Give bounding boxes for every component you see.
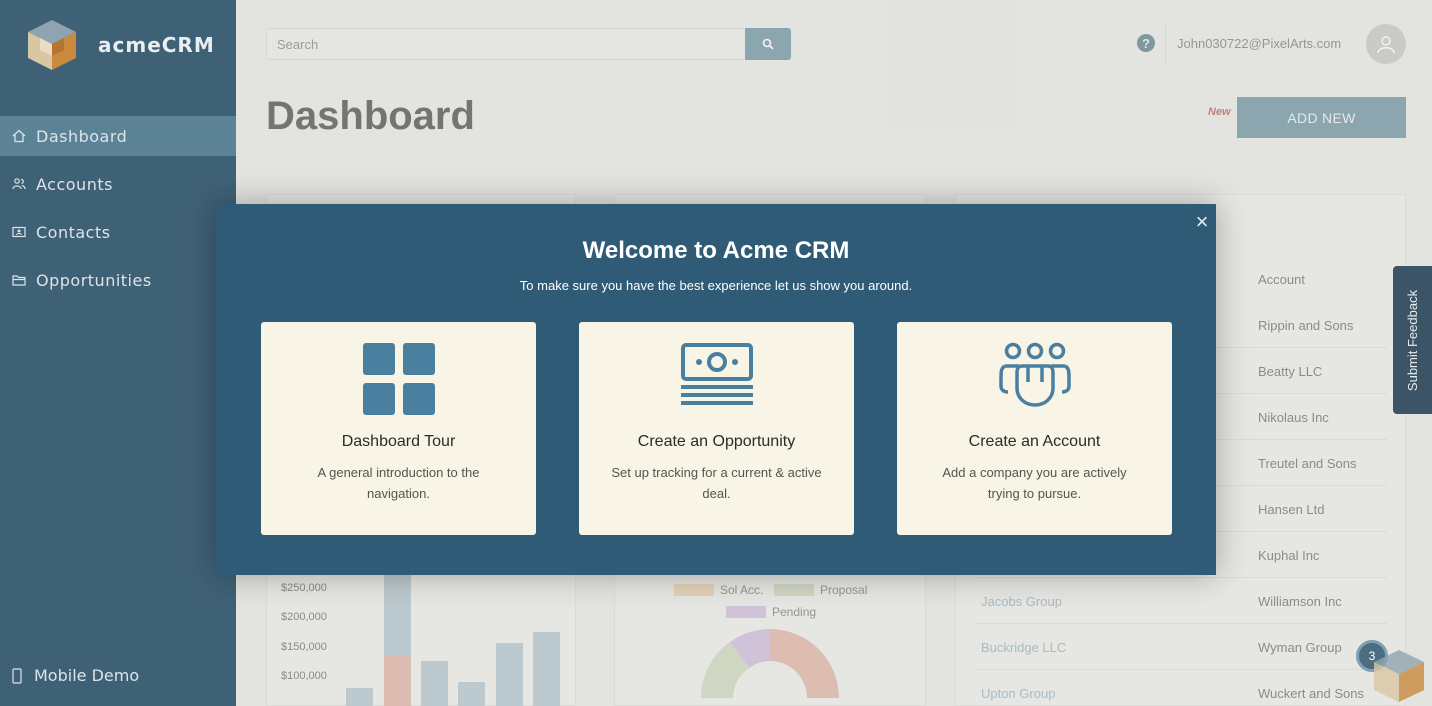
card-icon-wrap [897, 342, 1172, 412]
logo[interactable]: acmeCRM [26, 18, 215, 72]
sidebar-nav: Dashboard Accounts Contacts Opportunitie… [0, 116, 236, 308]
mobile-phone-icon [12, 667, 22, 684]
create-opportunity-card[interactable]: Create an Opportunity Set up tracking fo… [579, 322, 854, 535]
money-icon [680, 343, 753, 405]
dashboard-grid-icon [362, 343, 435, 415]
close-icon[interactable]: × [1192, 209, 1212, 234]
app-name: acmeCRM [98, 33, 215, 57]
sidebar-item-label: Dashboard [36, 126, 128, 146]
card-title: Create an Opportunity [637, 433, 796, 450]
card-description: A general introduction to the navigation… [317, 465, 480, 501]
sidebar-item-contacts[interactable]: Contacts [0, 212, 236, 252]
users-icon [12, 178, 26, 190]
contact-card-icon [12, 226, 26, 238]
sidebar-item-dashboard[interactable]: Dashboard [0, 116, 236, 156]
mobile-demo-link[interactable]: Mobile Demo [12, 666, 139, 685]
help-widget-cube-icon[interactable] [1372, 648, 1426, 704]
team-icon [998, 342, 1071, 407]
card-description: Add a company you are actively trying to… [942, 465, 1127, 501]
logo-cube-icon [28, 20, 76, 70]
card-title: Create an Account [968, 433, 1101, 450]
dashboard-tour-card[interactable]: Dashboard Tour A general introduction to… [261, 322, 536, 535]
sidebar-item-opportunities[interactable]: Opportunities [0, 260, 236, 300]
modal-title: Welcome to Acme CRM [582, 237, 850, 264]
sidebar: acmeCRM Dashboard Accounts Contacts Oppo… [0, 0, 236, 706]
card-description: Set up tracking for a current & active d… [611, 465, 822, 501]
folder-icon [12, 275, 26, 286]
mobile-demo-label: Mobile Demo [34, 666, 140, 685]
create-account-card[interactable]: Create an Account Add a company you are … [897, 322, 1172, 535]
card-icon-wrap [261, 342, 536, 415]
welcome-modal: × Welcome to Acme CRM To make sure you h… [216, 204, 1216, 575]
home-icon [12, 129, 26, 143]
sidebar-item-accounts[interactable]: Accounts [0, 164, 236, 204]
submit-feedback-tab[interactable]: Submit Feedback [1393, 266, 1432, 414]
card-title: Dashboard Tour [341, 433, 456, 450]
submit-feedback-label: Submit Feedback [1405, 289, 1421, 391]
modal-subtitle: To make sure you have the best experienc… [519, 278, 913, 293]
card-icon-wrap [579, 342, 854, 412]
sidebar-item-label: Opportunities [36, 270, 152, 290]
sidebar-item-label: Accounts [36, 174, 113, 194]
sidebar-item-label: Contacts [36, 222, 111, 242]
